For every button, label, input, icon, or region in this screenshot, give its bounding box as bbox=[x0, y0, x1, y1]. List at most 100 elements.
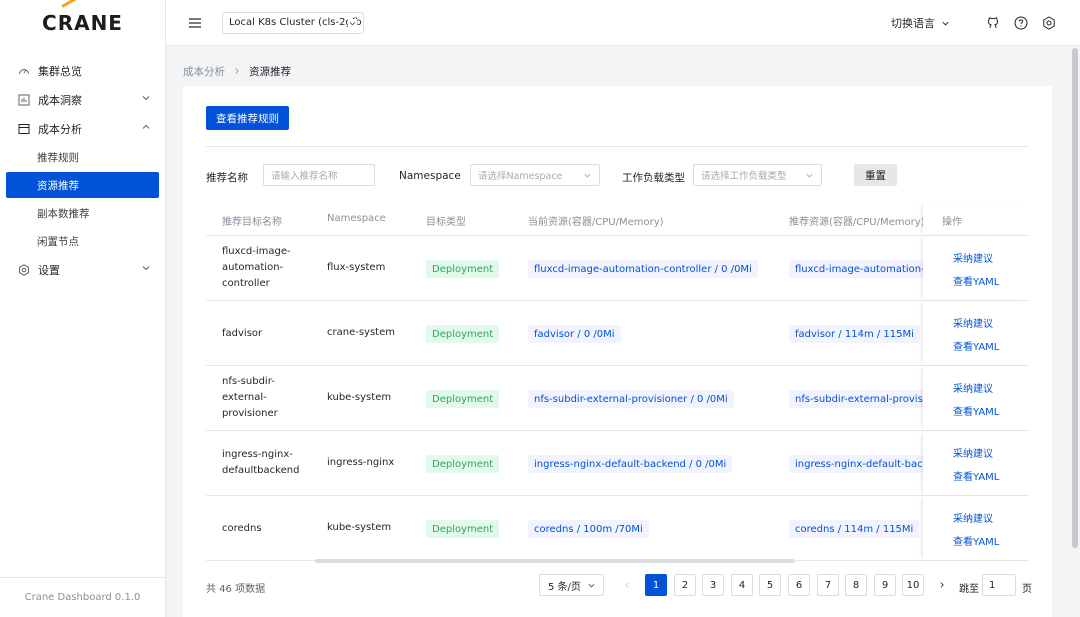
view-yaml-link[interactable]: 查看YAML bbox=[953, 338, 999, 353]
chevron-up-icon bbox=[141, 122, 151, 132]
type-badge: Deployment bbox=[426, 325, 500, 343]
view-yaml-link[interactable]: 查看YAML bbox=[953, 273, 999, 288]
page-button-3[interactable]: 3 bbox=[702, 574, 724, 596]
recommended-resource-tag: ingress-nginx-default-back bbox=[789, 455, 923, 473]
namespace-cell: ingress-nginx bbox=[327, 457, 395, 468]
sidebar-subitem-idle-nodes[interactable]: 闲置节点 bbox=[0, 227, 165, 255]
name-search-input[interactable]: 请输入推荐名称 bbox=[263, 164, 375, 186]
operations-cell: 采纳建议 查看YAML bbox=[923, 236, 1029, 300]
sidebar-subitem-rules[interactable]: 推荐规则 bbox=[0, 143, 165, 171]
help-icon[interactable] bbox=[1014, 16, 1028, 30]
recommended-resource-tag: coredns / 114m / 115Mi bbox=[789, 520, 920, 538]
page-button-2[interactable]: 2 bbox=[674, 574, 696, 596]
chevron-down-icon bbox=[941, 19, 950, 28]
recommended-resource-tag: fadvisor / 114m / 115Mi bbox=[789, 325, 920, 343]
jump-to-label: 跳至 bbox=[959, 584, 979, 595]
recommended-resource-tag: fluxcd-image-automation-c bbox=[789, 260, 923, 278]
adopt-suggestion-link[interactable]: 采纳建议 bbox=[953, 315, 993, 330]
settings-icon[interactable] bbox=[1042, 16, 1056, 30]
filter-namespace-label: Namespace bbox=[399, 170, 461, 182]
chevron-down-icon bbox=[583, 171, 592, 180]
target-name: fadvisor bbox=[222, 328, 263, 339]
sidebar-nav: 集群总览 成本洞察 成本分析 推荐规则 资源推荐 副本数推荐 闲置节点 设置 bbox=[0, 46, 165, 284]
main-card: 查看推荐规则 推荐名称 请输入推荐名称 Namespace 请选择Namespa… bbox=[183, 86, 1052, 617]
reset-button[interactable]: 重置 bbox=[854, 164, 897, 186]
type-badge: Deployment bbox=[426, 260, 500, 278]
column-header: 操作 bbox=[942, 217, 962, 228]
page-size-select[interactable]: 5 条/页 bbox=[539, 574, 604, 596]
breadcrumb-parent[interactable]: 成本分析 bbox=[183, 64, 225, 79]
table-row: ingress-nginx-defaultbackend ingress-ngi… bbox=[206, 431, 1029, 496]
operations-cell: 采纳建议 查看YAML bbox=[923, 431, 1029, 495]
view-rules-button[interactable]: 查看推荐规则 bbox=[206, 106, 289, 130]
page-vertical-scrollbar[interactable] bbox=[1072, 48, 1078, 548]
operations-cell: 采纳建议 查看YAML bbox=[923, 496, 1029, 560]
adopt-suggestion-link[interactable]: 采纳建议 bbox=[953, 380, 993, 395]
crane-logo[interactable]: CRANE bbox=[0, 0, 165, 46]
current-resource-tag: coredns / 100m /70Mi bbox=[528, 520, 649, 538]
view-yaml-link[interactable]: 查看YAML bbox=[953, 403, 999, 418]
column-header: 当前资源(容器/CPU/Memory) bbox=[528, 217, 664, 228]
chart-icon bbox=[18, 94, 30, 106]
language-switch[interactable]: 切换语言 bbox=[891, 15, 950, 31]
table-row: fadvisor crane-system Deployment fadviso… bbox=[206, 301, 1029, 366]
sidebar-subitem-resource-recommend[interactable]: 资源推荐 bbox=[6, 172, 159, 198]
prev-page-icon[interactable] bbox=[620, 574, 634, 596]
next-page-icon[interactable] bbox=[935, 574, 949, 596]
sidebar-item-overview[interactable]: 集群总览 bbox=[0, 56, 165, 85]
top-header: Local K8s Cluster (cls-2gfb 切换语言 bbox=[166, 0, 1080, 46]
namespace-cell: flux-system bbox=[327, 262, 386, 273]
sidebar-item-cost-insight[interactable]: 成本洞察 bbox=[0, 85, 165, 114]
adopt-suggestion-link[interactable]: 采纳建议 bbox=[953, 250, 993, 265]
namespace-cell: kube-system bbox=[327, 392, 392, 403]
chevron-down-icon bbox=[587, 581, 596, 590]
current-resource-tag: nfs-subdir-external-provisioner / 0 /0Mi bbox=[528, 390, 734, 408]
column-header: 推荐资源(容器/CPU/Memory) bbox=[789, 217, 925, 228]
filter-name-label: 推荐名称 bbox=[206, 172, 248, 184]
adopt-suggestion-link[interactable]: 采纳建议 bbox=[953, 510, 993, 525]
column-header: 推荐目标名称 bbox=[222, 217, 282, 228]
chevron-down-icon bbox=[348, 18, 357, 28]
column-header: Namespace bbox=[327, 213, 386, 224]
table-row: fluxcd-image-automation-controller flux-… bbox=[206, 236, 1029, 301]
total-count: 共 46 项数据 bbox=[206, 584, 266, 595]
target-name: nfs-subdir-external-provisioner bbox=[222, 376, 278, 419]
target-name: fluxcd-image-automation-controller bbox=[222, 246, 291, 289]
page-button-7[interactable]: 7 bbox=[817, 574, 839, 596]
sidebar-subitem-replica-recommend[interactable]: 副本数推荐 bbox=[0, 199, 165, 227]
page-button-9[interactable]: 9 bbox=[874, 574, 896, 596]
table-horizontal-scrollbar[interactable] bbox=[315, 559, 795, 563]
sidebar-footer: Crane Dashboard 0.1.0 bbox=[0, 577, 165, 617]
page-button-10[interactable]: 10 bbox=[902, 574, 924, 596]
type-badge: Deployment bbox=[426, 520, 500, 538]
page-button-5[interactable]: 5 bbox=[759, 574, 781, 596]
gear-icon bbox=[18, 263, 30, 276]
page-button-6[interactable]: 6 bbox=[788, 574, 810, 596]
divider bbox=[206, 146, 1029, 147]
namespace-select[interactable]: 请选择Namespace bbox=[470, 164, 600, 186]
workload-type-select[interactable]: 请选择工作负载类型 bbox=[693, 164, 822, 186]
sidebar-item-settings[interactable]: 设置 bbox=[0, 255, 165, 284]
cluster-select[interactable]: Local K8s Cluster (cls-2gfb bbox=[222, 11, 364, 34]
current-resource-tag: ingress-nginx-default-backend / 0 /0Mi bbox=[528, 455, 733, 473]
chevron-down-icon bbox=[141, 263, 151, 273]
table-header: 推荐目标名称 Namespace 目标类型 当前资源(容器/CPU/Memory… bbox=[206, 202, 1029, 236]
github-icon[interactable] bbox=[986, 16, 1000, 30]
breadcrumb: 成本分析 资源推荐 bbox=[183, 64, 291, 79]
page-button-4[interactable]: 4 bbox=[731, 574, 753, 596]
filter-workload-label: 工作负载类型 bbox=[622, 172, 685, 184]
page-button-8[interactable]: 8 bbox=[845, 574, 867, 596]
recommended-resource-tag: nfs-subdir-external-provisi bbox=[789, 390, 923, 408]
target-name: ingress-nginx-defaultbackend bbox=[222, 449, 300, 476]
sidebar-item-cost-analysis[interactable]: 成本分析 bbox=[0, 114, 165, 143]
menu-icon[interactable] bbox=[188, 16, 202, 30]
view-yaml-link[interactable]: 查看YAML bbox=[953, 468, 999, 483]
adopt-suggestion-link[interactable]: 采纳建议 bbox=[953, 445, 993, 460]
operations-cell: 采纳建议 查看YAML bbox=[923, 301, 1029, 365]
jump-page-input[interactable]: 1 bbox=[982, 574, 1016, 596]
type-badge: Deployment bbox=[426, 390, 500, 408]
namespace-cell: crane-system bbox=[327, 327, 395, 338]
page-button-1[interactable]: 1 bbox=[645, 574, 667, 596]
namespace-cell: kube-system bbox=[327, 522, 392, 533]
view-yaml-link[interactable]: 查看YAML bbox=[953, 533, 999, 548]
